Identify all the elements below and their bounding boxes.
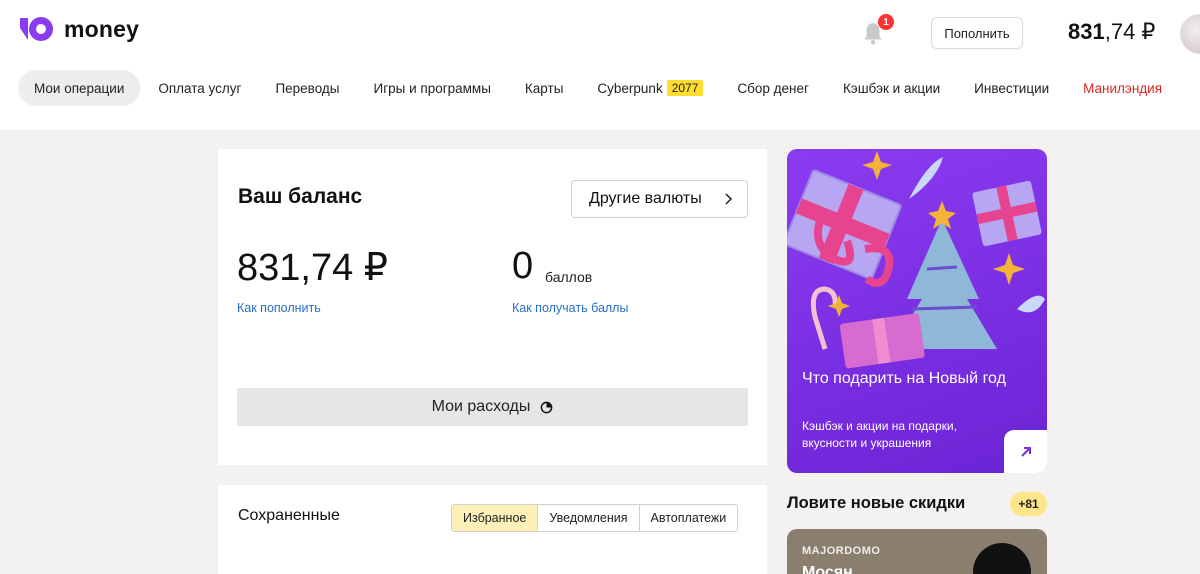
balance-title: Ваш баланс bbox=[238, 185, 363, 208]
nav-item-payments[interactable]: Оплата услуг bbox=[142, 70, 257, 106]
chevron-right-icon bbox=[725, 193, 733, 205]
new-year-gifts-illustration bbox=[787, 151, 1045, 369]
balance-card: Ваш баланс Другие валюты 831,74 ₽ Как по… bbox=[218, 149, 767, 465]
saved-card: Сохраненные Избранное Уведомления Автопл… bbox=[218, 485, 767, 574]
points-value: 0 bbox=[512, 245, 534, 287]
my-expenses-label: Мои расходы bbox=[431, 398, 531, 415]
other-currencies-button[interactable]: Другие валюты bbox=[571, 180, 748, 218]
main-nav: Мои операции Оплата услуг Переводы Игры … bbox=[18, 70, 1180, 106]
promo-subtitle: Кэшбэк и акции на подарки, вкусности и у… bbox=[802, 419, 957, 450]
my-expenses-button[interactable]: Мои расходы bbox=[237, 388, 748, 426]
discount-card[interactable]: MAJORDOMO Мосян bbox=[787, 529, 1047, 574]
topup-button[interactable]: Пополнить bbox=[931, 17, 1023, 49]
discount-card-logo bbox=[973, 543, 1031, 574]
discount-card-brand: MAJORDOMO bbox=[802, 545, 881, 557]
notification-badge: 1 bbox=[878, 14, 894, 30]
logo-mark-icon bbox=[20, 17, 53, 41]
how-to-get-points-link[interactable]: Как получать баллы bbox=[512, 301, 628, 315]
discount-card-name: Мосян bbox=[802, 564, 853, 574]
nav-item-transfers[interactable]: Переводы bbox=[259, 70, 355, 106]
header-balance[interactable]: 831,74 ₽ bbox=[1068, 19, 1155, 45]
top-header: money 1 Пополнить 831,74 ₽ Мои операции … bbox=[0, 0, 1200, 130]
nav-item-cyberpunk-label: Cyberpunk bbox=[597, 80, 663, 96]
points-unit: баллов bbox=[545, 269, 593, 285]
tab-favorites[interactable]: Избранное bbox=[452, 505, 539, 531]
promo-title: Что подарить на Новый год bbox=[802, 370, 1006, 387]
tab-notifications[interactable]: Уведомления bbox=[538, 505, 640, 531]
nav-item-operations[interactable]: Мои операции bbox=[18, 70, 141, 106]
promo-open-button[interactable] bbox=[1004, 430, 1047, 473]
header-balance-main: 831 bbox=[1068, 19, 1105, 44]
nav-item-cards[interactable]: Карты bbox=[509, 70, 579, 106]
nav-item-fundraising[interactable]: Сбор денег bbox=[721, 70, 825, 106]
header-balance-rest: ,74 ₽ bbox=[1104, 19, 1156, 44]
nav-item-cyberpunk-tag: 2077 bbox=[666, 80, 704, 96]
nav-item-cashback[interactable]: Кэшбэк и акции bbox=[827, 70, 956, 106]
other-currencies-label: Другие валюты bbox=[589, 190, 702, 207]
pie-chart-icon bbox=[541, 401, 553, 413]
tab-autopayments[interactable]: Автоплатежи bbox=[639, 505, 738, 531]
logo-text: money bbox=[64, 15, 140, 42]
nav-item-manilandia[interactable]: Манилэндия bbox=[1067, 70, 1178, 106]
avatar[interactable] bbox=[1180, 14, 1200, 54]
promo-banner[interactable]: Что подарить на Новый год Кэшбэк и акции… bbox=[787, 149, 1047, 473]
balance-amount: 831,74 ₽ bbox=[237, 247, 388, 289]
discounts-title: Ловите новые скидки bbox=[787, 494, 966, 512]
logo[interactable]: money bbox=[18, 14, 139, 44]
arrow-up-right-icon bbox=[1020, 446, 1031, 457]
saved-title: Сохраненные bbox=[238, 507, 340, 524]
nav-item-investments[interactable]: Инвестиции bbox=[958, 70, 1065, 106]
nav-item-cyberpunk[interactable]: Cyberpunk 2077 bbox=[581, 70, 719, 106]
how-to-topup-link[interactable]: Как пополнить bbox=[237, 301, 321, 315]
saved-tabs: Избранное Уведомления Автоплатежи bbox=[451, 504, 739, 532]
nav-item-games[interactable]: Игры и программы bbox=[358, 70, 507, 106]
discounts-badge: +81 bbox=[1010, 492, 1047, 516]
